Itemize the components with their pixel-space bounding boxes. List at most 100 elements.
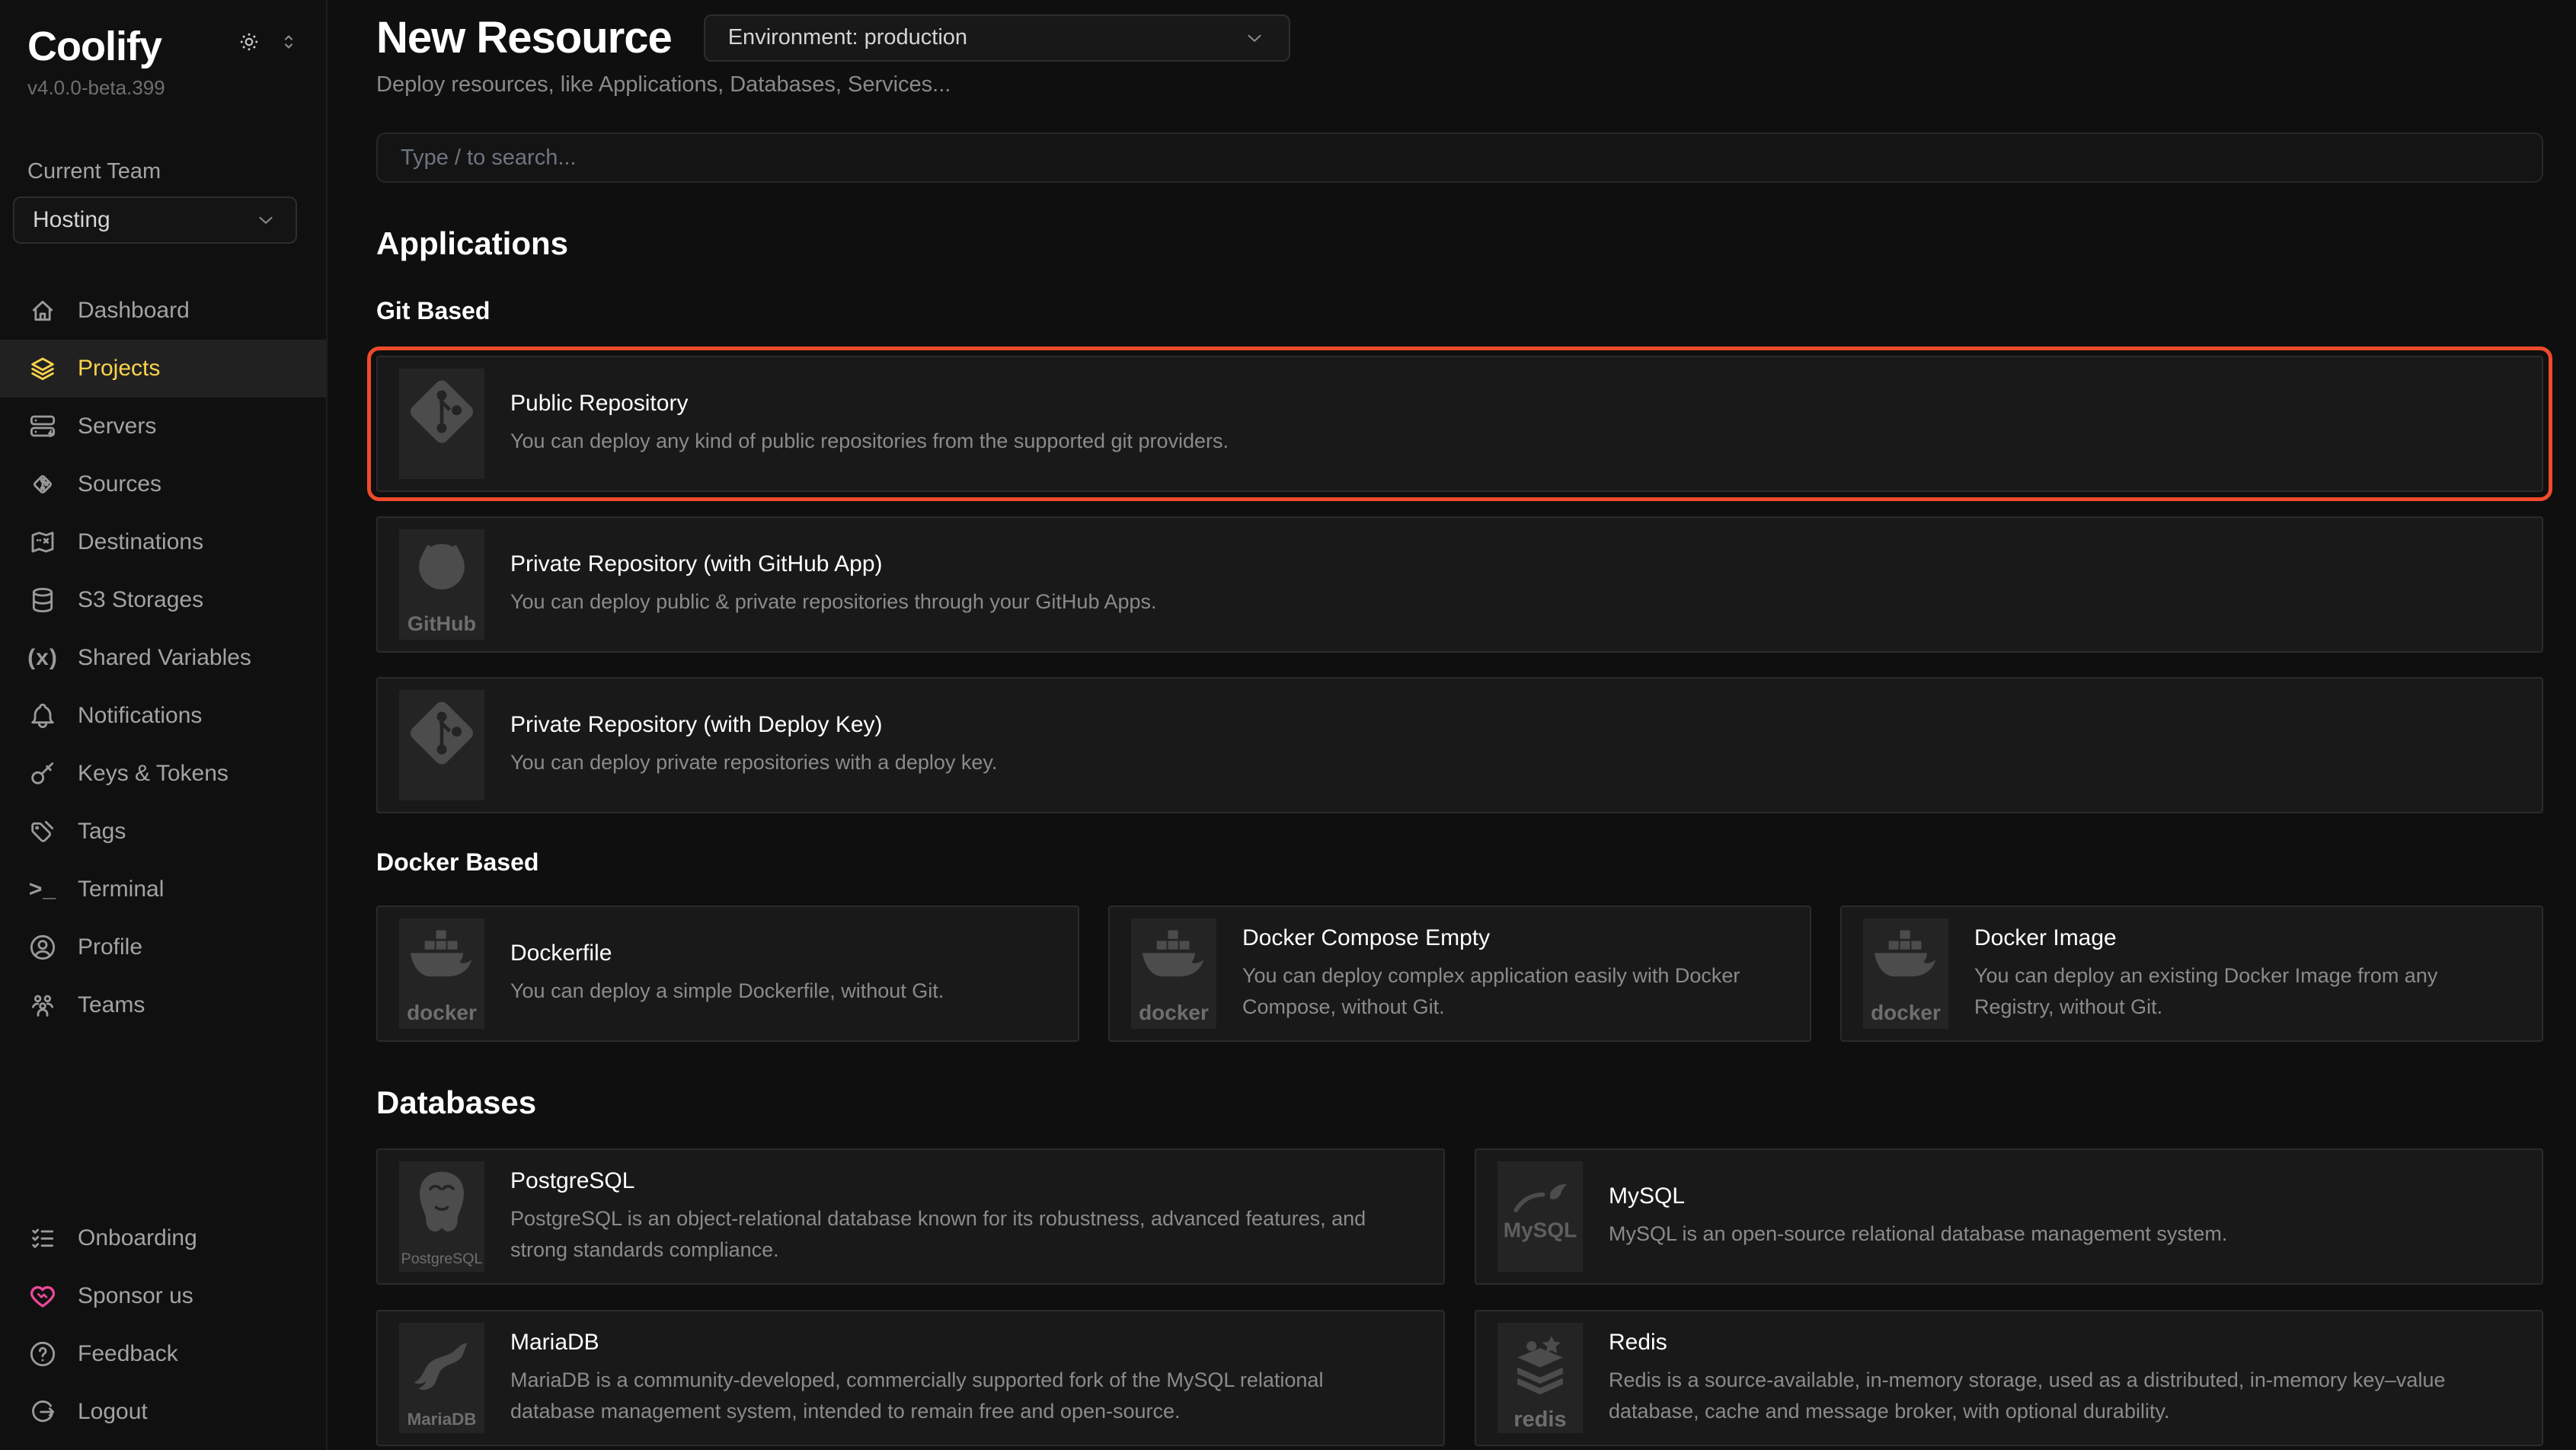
- layers-icon: [27, 353, 58, 384]
- card-title: Public Repository: [510, 391, 2505, 417]
- resource-card-docker-image[interactable]: dockerDocker ImageYou can deploy an exis…: [1840, 905, 2543, 1042]
- sidebar-item-projects[interactable]: Projects: [0, 340, 326, 398]
- git-logo-icon: [399, 690, 484, 800]
- logout-icon: [27, 1397, 58, 1427]
- card-text: Public RepositoryYou can deploy any kind…: [510, 391, 2520, 457]
- map-icon: [27, 527, 58, 557]
- page-title: New Resource: [376, 12, 672, 63]
- sidebar-item-profile[interactable]: Profile: [0, 918, 326, 976]
- mysql-logo-icon: MySQL: [1497, 1161, 1583, 1272]
- sidebar-item-onboarding[interactable]: Onboarding: [0, 1209, 326, 1267]
- github-logo-icon: GitHub: [399, 529, 484, 640]
- svg-text:PostgreSQL: PostgreSQL: [401, 1250, 483, 1267]
- sidebar-item-logout[interactable]: Logout: [0, 1383, 326, 1441]
- card-title: Dockerfile: [510, 941, 1041, 966]
- databases-section-title: Databases: [376, 1084, 2543, 1121]
- card-description: MariaDB is a community-developed, commer…: [510, 1365, 1407, 1426]
- git-source-icon: [27, 469, 58, 500]
- git-card-list: Public RepositoryYou can deploy any kind…: [376, 356, 2543, 813]
- svg-text:docker: docker: [1139, 1001, 1209, 1024]
- sidebar-item-terminal[interactable]: >_Terminal: [0, 861, 326, 918]
- variable-icon: (x): [27, 645, 58, 671]
- resource-card-mariadb[interactable]: MariaDBMariaDBMariaDB is a community-dev…: [376, 1310, 1445, 1446]
- sidebar-item-label: Notifications: [78, 703, 202, 729]
- database-card-list: PostgreSQL PostgreSQL PostgreSQL is an obj…: [376, 1148, 2543, 1446]
- chevron-down-icon: [1243, 27, 1266, 50]
- tag-icon: [27, 816, 58, 847]
- sidebar-item-label: Sponsor us: [78, 1283, 193, 1309]
- resource-card-private-repository-with-github-app[interactable]: GitHub Private Repository (with GitHub Ap…: [376, 516, 2543, 653]
- users-icon: [27, 990, 58, 1020]
- heart-icon: [27, 1281, 58, 1311]
- sidebar-item-label: Projects: [78, 356, 160, 382]
- theme-selector-icon[interactable]: [277, 30, 300, 53]
- sidebar-nav: Dashboard Projects Servers Sources Destinati…: [0, 282, 326, 1034]
- app-root: Coolify v4.0.0-beta.399 Current Team Hos…: [0, 0, 2576, 1450]
- resource-card-postgresql[interactable]: PostgreSQL PostgreSQL PostgreSQL is an obj…: [376, 1148, 1445, 1285]
- sidebar-item-label: S3 Storages: [78, 587, 203, 613]
- sidebar-item-teams[interactable]: Teams: [0, 976, 326, 1034]
- card-title: Redis: [1609, 1330, 2505, 1356]
- resource-card-dockerfile[interactable]: docker Dockerfile You can deploy a simple …: [376, 905, 1079, 1042]
- app-logo: Coolify: [27, 23, 161, 70]
- sidebar-item-tags[interactable]: Tags: [0, 803, 326, 861]
- sidebar-item-label: Shared Variables: [78, 645, 251, 671]
- team-select[interactable]: Hosting: [13, 196, 297, 244]
- card-title: Private Repository (with GitHub App): [510, 551, 2505, 577]
- sidebar-spacer: [0, 1034, 326, 1209]
- card-text: Private Repository (with Deploy Key) You …: [510, 712, 2520, 778]
- card-text: Dockerfile You can deploy a simple Docker…: [510, 941, 1056, 1007]
- resource-card-redis[interactable]: redisRedisRedis is a source-available, i…: [1475, 1310, 2543, 1446]
- checklist-icon: [27, 1223, 58, 1254]
- postgresql-logo-icon: PostgreSQL: [399, 1161, 484, 1272]
- card-description: You can deploy a simple Dockerfile, with…: [510, 976, 1041, 1007]
- environment-select[interactable]: Environment: production: [704, 14, 1290, 62]
- sidebar-footer-nav: Onboarding Sponsor us Feedback Logout: [0, 1209, 326, 1441]
- sidebar: Coolify v4.0.0-beta.399 Current Team Hos…: [0, 0, 328, 1450]
- sidebar-item-sources[interactable]: Sources: [0, 455, 326, 513]
- help-icon: [27, 1339, 58, 1369]
- card-text: Docker ImageYou can deploy an existing D…: [1974, 925, 2520, 1022]
- app-version: v4.0.0-beta.399: [0, 70, 326, 100]
- sidebar-item-shared-variables[interactable]: (x) Shared Variables: [0, 629, 326, 687]
- sidebar-item-label: Onboarding: [78, 1225, 197, 1251]
- sidebar-item-label: Feedback: [78, 1341, 178, 1367]
- sidebar-item-label: Logout: [78, 1399, 148, 1425]
- card-description: MySQL is an open-source relational datab…: [1609, 1218, 2505, 1250]
- svg-text:docker: docker: [407, 1001, 477, 1024]
- card-text: PostgreSQL PostgreSQL is an object-relati…: [510, 1168, 1422, 1265]
- card-text: RedisRedis is a source-available, in-mem…: [1609, 1330, 2520, 1426]
- card-title: Private Repository (with Deploy Key): [510, 712, 2505, 738]
- sidebar-item-servers[interactable]: Servers: [0, 398, 326, 455]
- card-title: PostgreSQL: [510, 1168, 1407, 1194]
- resource-card-mysql[interactable]: MySQL MySQL MySQL is an open-source relati…: [1475, 1148, 2543, 1285]
- sidebar-item-destinations[interactable]: Destinations: [0, 513, 326, 571]
- resource-card-public-repository[interactable]: Public RepositoryYou can deploy any kind…: [376, 356, 2543, 492]
- sidebar-item-sponsor-us[interactable]: Sponsor us: [0, 1267, 326, 1325]
- key-icon: [27, 759, 58, 789]
- sidebar-item-notifications[interactable]: Notifications: [0, 687, 326, 745]
- database-icon: [27, 585, 58, 615]
- card-description: You can deploy complex application easil…: [1242, 960, 1773, 1022]
- card-text: Private Repository (with GitHub App)You …: [510, 551, 2520, 618]
- sidebar-item-label: Servers: [78, 414, 156, 439]
- sidebar-item-label: Sources: [78, 471, 161, 497]
- svg-text:MariaDB: MariaDB: [407, 1410, 477, 1429]
- sidebar-item-s3-storages[interactable]: S3 Storages: [0, 571, 326, 629]
- sidebar-item-dashboard[interactable]: Dashboard: [0, 282, 326, 340]
- card-text: MySQL MySQL is an open-source relational …: [1609, 1183, 2520, 1250]
- resource-card-private-repository-with-deploy-key[interactable]: Private Repository (with Deploy Key) You …: [376, 677, 2543, 813]
- environment-select-value: Environment: production: [728, 25, 967, 50]
- server-icon: [27, 411, 58, 442]
- card-description: You can deploy private repositories with…: [510, 747, 2505, 778]
- sidebar-item-label: Tags: [78, 819, 126, 845]
- theme-toggle-sun-icon[interactable]: [238, 30, 260, 53]
- docker-logo-icon: docker: [399, 918, 484, 1029]
- card-title: MySQL: [1609, 1183, 2505, 1209]
- sidebar-item-feedback[interactable]: Feedback: [0, 1325, 326, 1383]
- sidebar-item-keys-tokens[interactable]: Keys & Tokens: [0, 745, 326, 803]
- card-description: PostgreSQL is an object-relational datab…: [510, 1203, 1407, 1265]
- home-icon: [27, 295, 58, 326]
- search-input[interactable]: [376, 133, 2543, 183]
- resource-card-docker-compose-empty[interactable]: dockerDocker Compose EmptyYou can deploy…: [1108, 905, 1811, 1042]
